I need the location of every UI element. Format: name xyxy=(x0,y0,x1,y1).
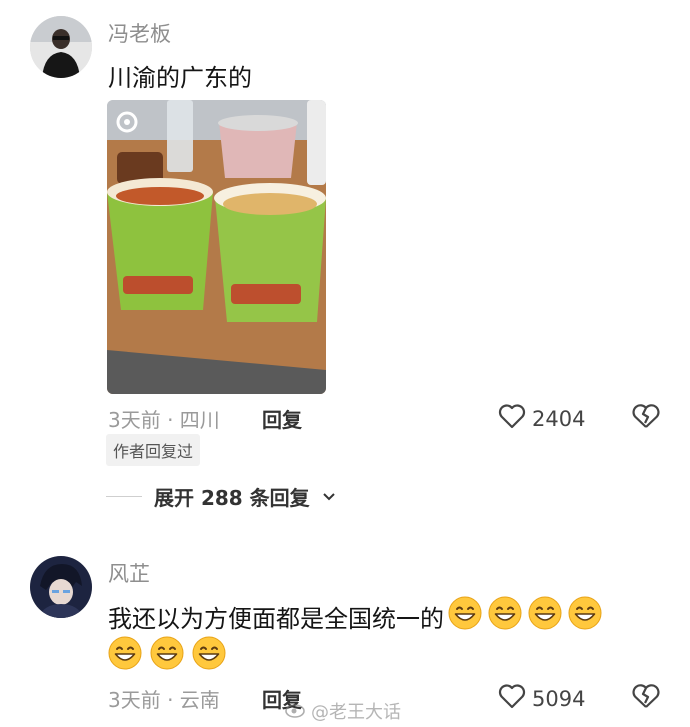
watermark: @老王大话 xyxy=(285,698,401,724)
grinning-face-emoji xyxy=(568,596,602,636)
grinning-face-emoji xyxy=(108,636,142,674)
like-count: 5094 xyxy=(532,686,586,711)
author-name[interactable]: 风芷 xyxy=(108,558,150,588)
comment-meta: 3天前 · 云南 xyxy=(108,688,220,712)
grinning-face-emoji xyxy=(488,596,522,636)
grinning-face-emoji xyxy=(448,596,482,636)
emoji-group xyxy=(448,596,602,636)
grinning-face-emoji xyxy=(192,636,226,674)
grinning-face-emoji xyxy=(150,636,184,674)
broken-heart-icon xyxy=(631,684,661,713)
comment-text: 我还以为方便面都是全国统一的 xyxy=(108,596,602,636)
avatar[interactable] xyxy=(30,556,92,618)
grinning-face-emoji xyxy=(528,596,562,636)
dislike-button[interactable] xyxy=(631,683,661,713)
like-button[interactable]: 5094 xyxy=(498,683,585,714)
heart-outline-icon xyxy=(498,683,526,714)
watermark-text: @老王大话 xyxy=(311,702,401,723)
emoji-row xyxy=(108,636,226,674)
comment-2: 风芷 我还以为方便面都是全国统一的 3天前 · 云南 回复 5094 xyxy=(0,0,690,727)
weibo-logo-icon xyxy=(285,700,307,723)
comment-text-body: 我还以为方便面都是全国统一的 xyxy=(108,604,444,633)
